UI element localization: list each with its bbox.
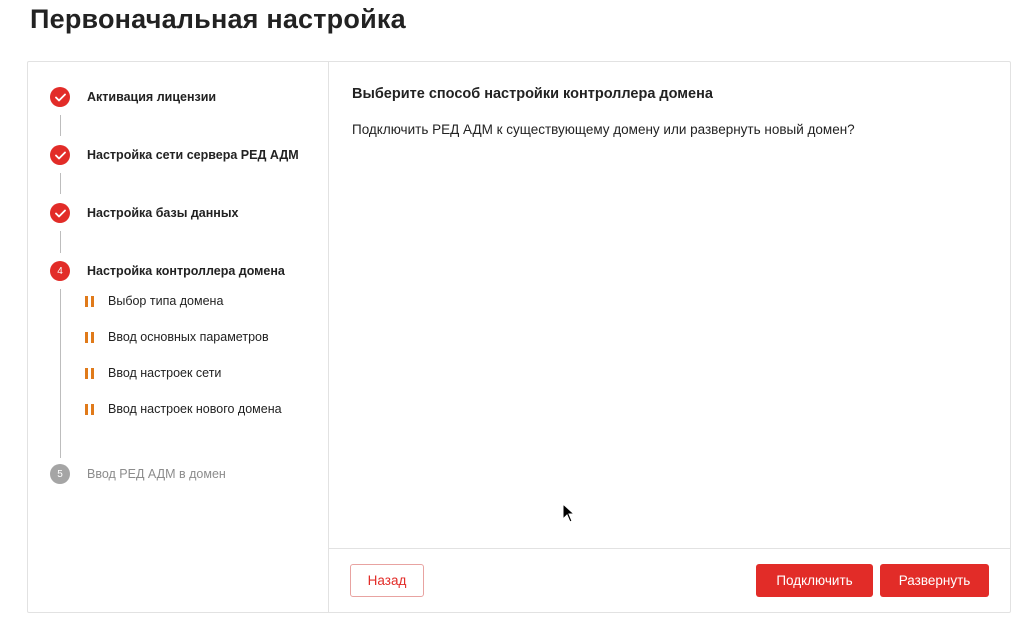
substep-network-settings[interactable]: Ввод настроек сети <box>85 366 221 380</box>
substep-new-domain-settings[interactable]: Ввод настроек нового домена <box>85 402 282 416</box>
check-icon <box>50 145 70 165</box>
substep-label: Ввод настроек нового домена <box>108 402 282 416</box>
setup-card: Активация лицензии Настройка сети сервер… <box>27 61 1011 613</box>
pause-icon <box>85 403 94 415</box>
step-number-badge: 4 <box>50 261 70 281</box>
substep-label: Выбор типа домена <box>108 294 224 308</box>
step-connector <box>60 115 61 136</box>
step-label: Настройка контроллера домена <box>87 264 285 278</box>
step-connector <box>60 231 61 253</box>
wizard-footer: Назад Подключить Развернуть <box>328 548 1010 612</box>
steps-sidebar: Активация лицензии Настройка сети сервер… <box>28 62 329 612</box>
step-join-domain[interactable]: 5 Ввод РЕД АДМ в домен <box>50 464 226 484</box>
substep-domain-type[interactable]: Выбор типа домена <box>85 294 223 308</box>
step-connector <box>60 289 61 458</box>
step-label: Настройка сети сервера РЕД АДМ <box>87 148 299 162</box>
pause-icon <box>85 367 94 379</box>
step-network-settings[interactable]: Настройка сети сервера РЕД АДМ <box>50 145 299 165</box>
step-number-badge: 5 <box>50 464 70 484</box>
substep-main-parameters[interactable]: Ввод основных параметров <box>85 330 269 344</box>
step-license-activation[interactable]: Активация лицензии <box>50 87 216 107</box>
content-question: Подключить РЕД АДМ к существующему домен… <box>352 122 855 137</box>
step-label: Настройка базы данных <box>87 206 239 220</box>
content-title: Выберите способ настройки контроллера до… <box>352 86 713 102</box>
pause-icon <box>85 295 94 307</box>
step-label: Ввод РЕД АДМ в домен <box>87 467 226 481</box>
step-connector <box>60 173 61 194</box>
step-database-settings[interactable]: Настройка базы данных <box>50 203 239 223</box>
step-domain-controller[interactable]: 4 Настройка контроллера домена <box>50 261 285 281</box>
main-content: Выберите способ настройки контроллера до… <box>328 62 1010 612</box>
check-icon <box>50 203 70 223</box>
deploy-button[interactable]: Развернуть <box>880 564 989 597</box>
step-label: Активация лицензии <box>87 90 217 104</box>
mouse-cursor-icon <box>562 502 576 528</box>
substep-label: Ввод основных параметров <box>108 330 269 344</box>
check-icon <box>50 87 70 107</box>
pause-icon <box>85 331 94 343</box>
connect-button[interactable]: Подключить <box>756 564 873 597</box>
page-title: Первоначальная настройка <box>30 4 406 34</box>
back-button[interactable]: Назад <box>350 564 424 597</box>
substep-label: Ввод настроек сети <box>108 366 222 380</box>
